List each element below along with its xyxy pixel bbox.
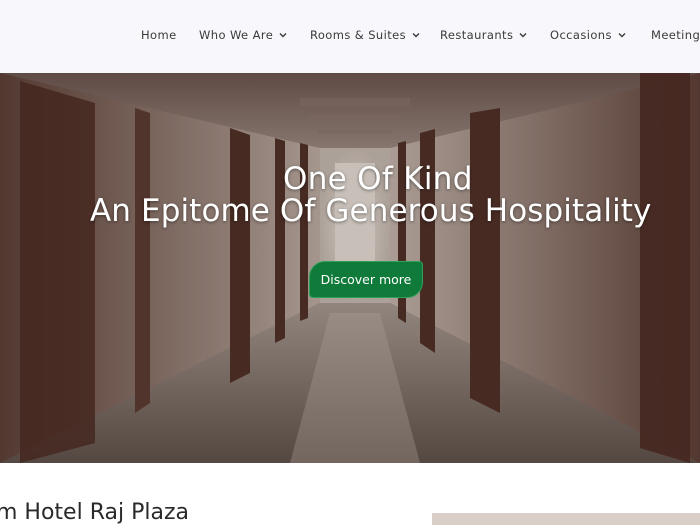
nav-item-restaurants[interactable]: Restaurants [440,27,528,43]
nav-item-label: Restaurants [440,28,514,42]
main-nav: Home Who We Are Rooms & Suites Restauran… [0,0,700,73]
intro-image [432,513,700,525]
site-header: Home Who We Are Rooms & Suites Restauran… [0,0,700,73]
nav-item-label: Meeting [651,28,700,42]
hero-banner: One Of Kind An Epitome Of Generous Hospi… [0,73,700,463]
nav-item-who-we-are[interactable]: Who We Are [199,27,288,43]
chevron-down-icon [278,30,288,40]
nav-item-rooms-suites[interactable]: Rooms & Suites [310,27,421,43]
chevron-down-icon [617,30,627,40]
discover-more-button[interactable]: Discover more [309,261,423,298]
hero-heading-line-2: An Epitome Of Generous Hospitality [90,193,652,229]
nav-item-occasions[interactable]: Occasions [550,27,627,43]
page: Home Who We Are Rooms & Suites Restauran… [0,0,700,525]
nav-item-home[interactable]: Home [141,27,177,43]
nav-item-label: Occasions [550,28,612,42]
nav-item-label: Who We Are [199,28,274,42]
chevron-down-icon [518,30,528,40]
intro-heading: m Hotel Raj Plaza [0,500,189,525]
chevron-down-icon [411,30,421,40]
nav-item-label: Home [141,28,177,42]
nav-item-meeting[interactable]: Meeting [651,27,700,43]
nav-item-label: Rooms & Suites [310,28,406,42]
hero-heading-line-1: One Of Kind [283,161,473,197]
